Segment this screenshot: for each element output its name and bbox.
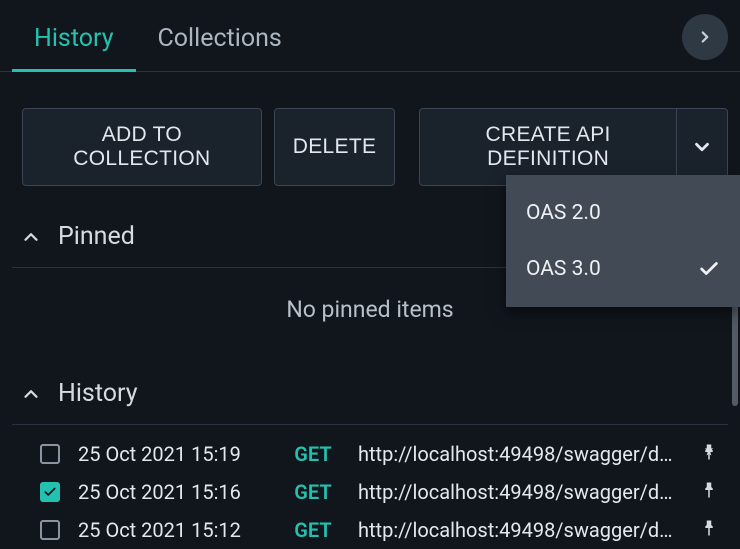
row-timestamp: 25 Oct 2021 15:19 [78, 442, 268, 466]
delete-button[interactable]: DELETE [274, 108, 396, 186]
api-definition-dropdown: OAS 2.0 OAS 3.0 [506, 175, 740, 307]
dropdown-item-label: OAS 2.0 [526, 201, 601, 225]
scrollbar-thumb[interactable] [732, 296, 738, 406]
dropdown-item-oas-2[interactable]: OAS 2.0 [506, 185, 740, 241]
history-rows: 25 Oct 2021 15:19 GET http://localhost:4… [12, 425, 728, 549]
check-icon [698, 258, 720, 280]
chevron-up-icon [20, 383, 42, 405]
row-method: GET [286, 442, 340, 466]
history-row: 25 Oct 2021 15:16 GET http://localhost:4… [12, 473, 728, 511]
history-row: 25 Oct 2021 15:19 GET http://localhost:4… [12, 435, 728, 473]
pin-icon [700, 481, 718, 499]
tab-history[interactable]: History [12, 10, 136, 71]
row-checkbox[interactable] [40, 444, 60, 464]
row-url[interactable]: http://localhost:49498/swagger/docs/v1?u… [358, 518, 682, 542]
row-timestamp: 25 Oct 2021 15:12 [78, 518, 268, 542]
tab-bar: History Collections [0, 0, 740, 72]
nav-right [682, 14, 728, 60]
row-url[interactable]: http://localhost:49498/swagger/docs/v1?u… [358, 480, 682, 504]
row-checkbox[interactable] [40, 520, 60, 540]
next-button[interactable] [682, 14, 728, 60]
row-method: GET [286, 480, 340, 504]
row-url[interactable]: http://localhost:49498/swagger/docs/v1?u… [358, 442, 682, 466]
pin-icon [700, 519, 718, 537]
row-checkbox[interactable] [40, 482, 60, 502]
dropdown-item-label: OAS 3.0 [526, 257, 601, 281]
chevron-down-icon [691, 136, 713, 158]
row-timestamp: 25 Oct 2021 15:16 [78, 480, 268, 504]
chevron-up-icon [20, 226, 42, 248]
chevron-right-icon [696, 28, 714, 46]
history-section-header[interactable]: History [12, 363, 728, 425]
dropdown-item-oas-3[interactable]: OAS 3.0 [506, 241, 740, 297]
history-row: 25 Oct 2021 15:12 GET http://localhost:4… [12, 511, 728, 549]
pin-button[interactable] [700, 442, 720, 466]
pin-button[interactable] [700, 480, 720, 504]
history-section-title: History [58, 379, 138, 408]
add-to-collection-button[interactable]: ADD TO COLLECTION [22, 108, 262, 186]
pin-button[interactable] [700, 518, 720, 542]
pinned-section-title: Pinned [58, 222, 135, 251]
pin-icon [700, 443, 718, 461]
row-method: GET [286, 518, 340, 542]
check-icon [43, 485, 57, 499]
tab-collections[interactable]: Collections [136, 10, 304, 71]
history-section: History 25 Oct 2021 15:19 GET http://loc… [0, 363, 740, 549]
